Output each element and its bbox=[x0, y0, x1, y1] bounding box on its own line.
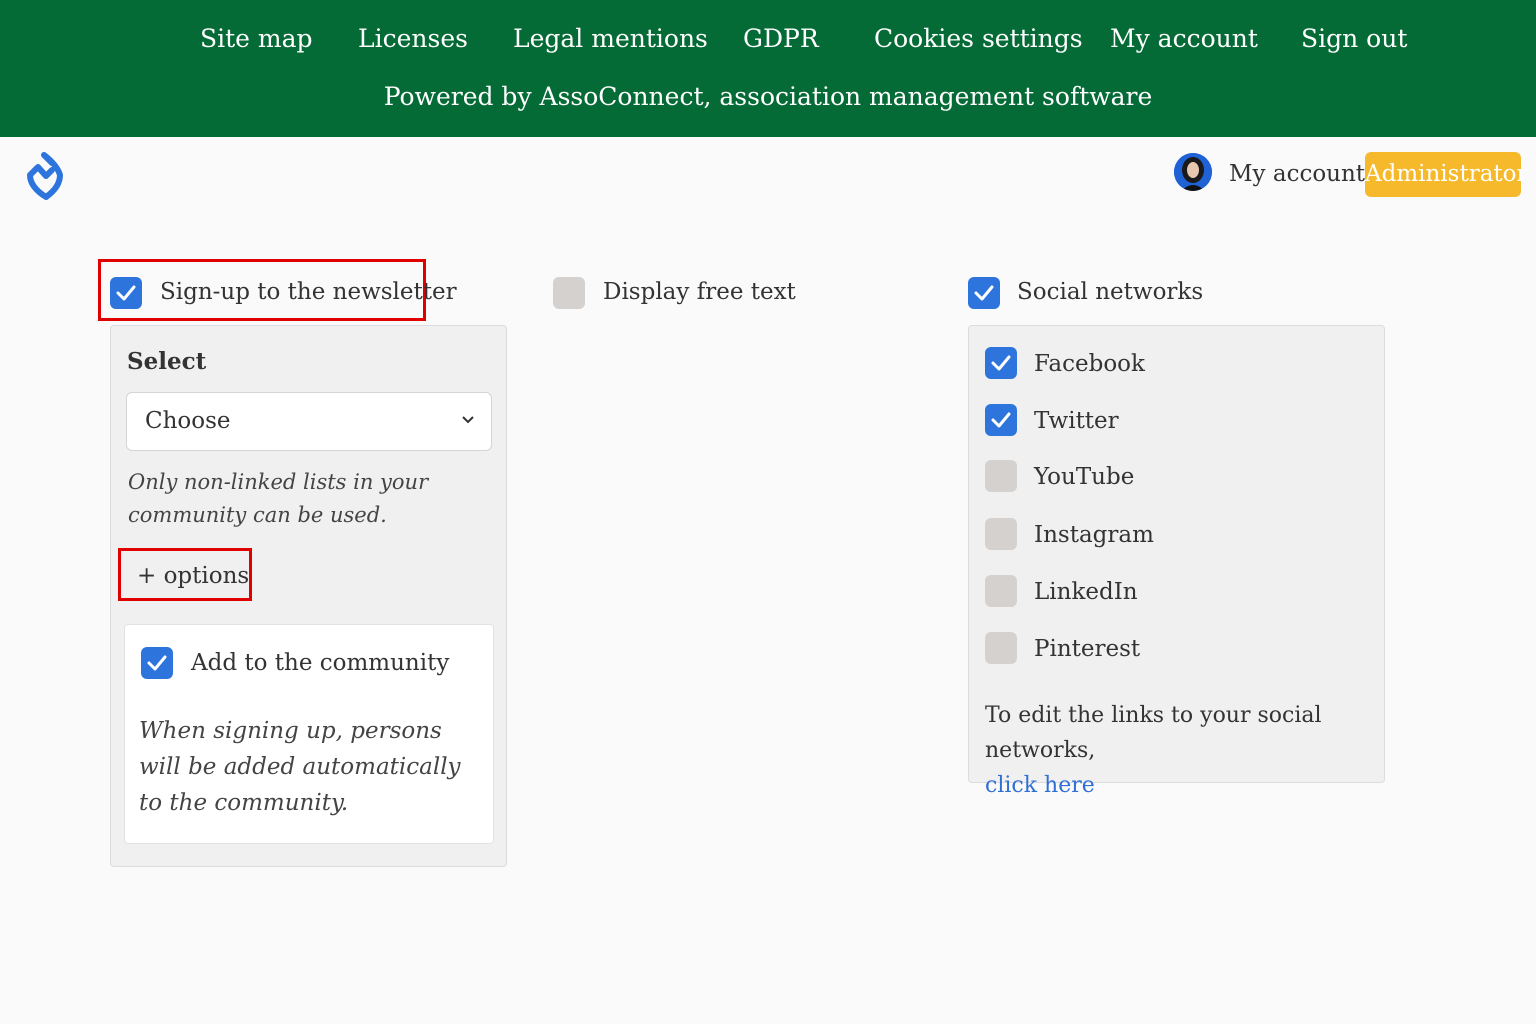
list-select[interactable]: Choose bbox=[126, 392, 492, 451]
user-avatar[interactable] bbox=[1174, 153, 1212, 191]
check-icon bbox=[116, 285, 136, 301]
twitter-label[interactable]: Twitter bbox=[1034, 408, 1119, 434]
footer-link-licenses[interactable]: Licenses bbox=[358, 24, 468, 53]
add-community-card: Add to the community When signing up, pe… bbox=[124, 624, 494, 844]
assoconnect-logo-icon[interactable] bbox=[24, 151, 68, 201]
facebook-checkbox[interactable] bbox=[985, 347, 1017, 379]
social-edit-text: To edit the links to your social network… bbox=[985, 703, 1322, 763]
social-networks-checkbox[interactable] bbox=[968, 277, 1000, 309]
add-community-label[interactable]: Add to the community bbox=[191, 650, 449, 676]
my-account-link[interactable]: My account bbox=[1229, 161, 1365, 187]
check-icon bbox=[147, 655, 167, 671]
social-networks-panel: Facebook Twitter YouTube Instagram Linke… bbox=[968, 325, 1385, 798]
instagram-label[interactable]: Instagram bbox=[1034, 522, 1154, 548]
newsletter-checkbox[interactable] bbox=[110, 277, 142, 309]
options-highlight bbox=[118, 548, 252, 601]
social-edit-note: To edit the links to your social network… bbox=[985, 698, 1375, 803]
newsletter-label[interactable]: Sign-up to the newsletter bbox=[160, 279, 457, 305]
powered-by-text[interactable]: Powered by AssoConnect, association mana… bbox=[0, 82, 1536, 111]
free-text-checkbox[interactable] bbox=[553, 277, 585, 309]
footer-links: Site map Licenses Legal mentions GDPR Co… bbox=[0, 24, 1536, 58]
administrator-button[interactable]: Administrator bbox=[1365, 152, 1528, 197]
footer-link-site-map[interactable]: Site map bbox=[200, 24, 313, 53]
linkedin-checkbox[interactable] bbox=[985, 575, 1017, 607]
footer-link-my-account[interactable]: My account bbox=[1110, 24, 1258, 53]
youtube-label[interactable]: YouTube bbox=[1034, 464, 1134, 490]
youtube-checkbox[interactable] bbox=[985, 460, 1017, 492]
list-select-value: Choose bbox=[145, 408, 231, 434]
footer-link-sign-out[interactable]: Sign out bbox=[1301, 24, 1407, 53]
social-networks-label[interactable]: Social networks bbox=[1017, 279, 1203, 305]
pinterest-label[interactable]: Pinterest bbox=[1034, 636, 1140, 662]
check-icon bbox=[991, 412, 1011, 428]
facebook-label[interactable]: Facebook bbox=[1034, 351, 1145, 377]
add-community-description: When signing up, persons will be added a… bbox=[139, 718, 461, 816]
footer-bar: Site map Licenses Legal mentions GDPR Co… bbox=[0, 0, 1536, 137]
app-header: My account Administrator bbox=[0, 137, 1536, 217]
footer-link-legal-mentions[interactable]: Legal mentions bbox=[513, 24, 708, 53]
twitter-checkbox[interactable] bbox=[985, 404, 1017, 436]
select-title: Select bbox=[127, 348, 207, 375]
add-community-checkbox[interactable] bbox=[141, 647, 173, 679]
click-here-link[interactable]: click here bbox=[985, 773, 1095, 798]
footer-link-cookies-settings[interactable]: Cookies settings bbox=[874, 24, 1083, 53]
check-icon bbox=[991, 355, 1011, 371]
chevron-down-icon bbox=[462, 416, 474, 424]
check-icon bbox=[974, 285, 994, 301]
footer-link-gdpr[interactable]: GDPR bbox=[743, 24, 819, 53]
pinterest-checkbox[interactable] bbox=[985, 632, 1017, 664]
select-hint: Only non-linked lists in your community … bbox=[128, 470, 429, 527]
free-text-label[interactable]: Display free text bbox=[603, 279, 796, 305]
linkedin-label[interactable]: LinkedIn bbox=[1034, 579, 1138, 605]
instagram-checkbox[interactable] bbox=[985, 518, 1017, 550]
